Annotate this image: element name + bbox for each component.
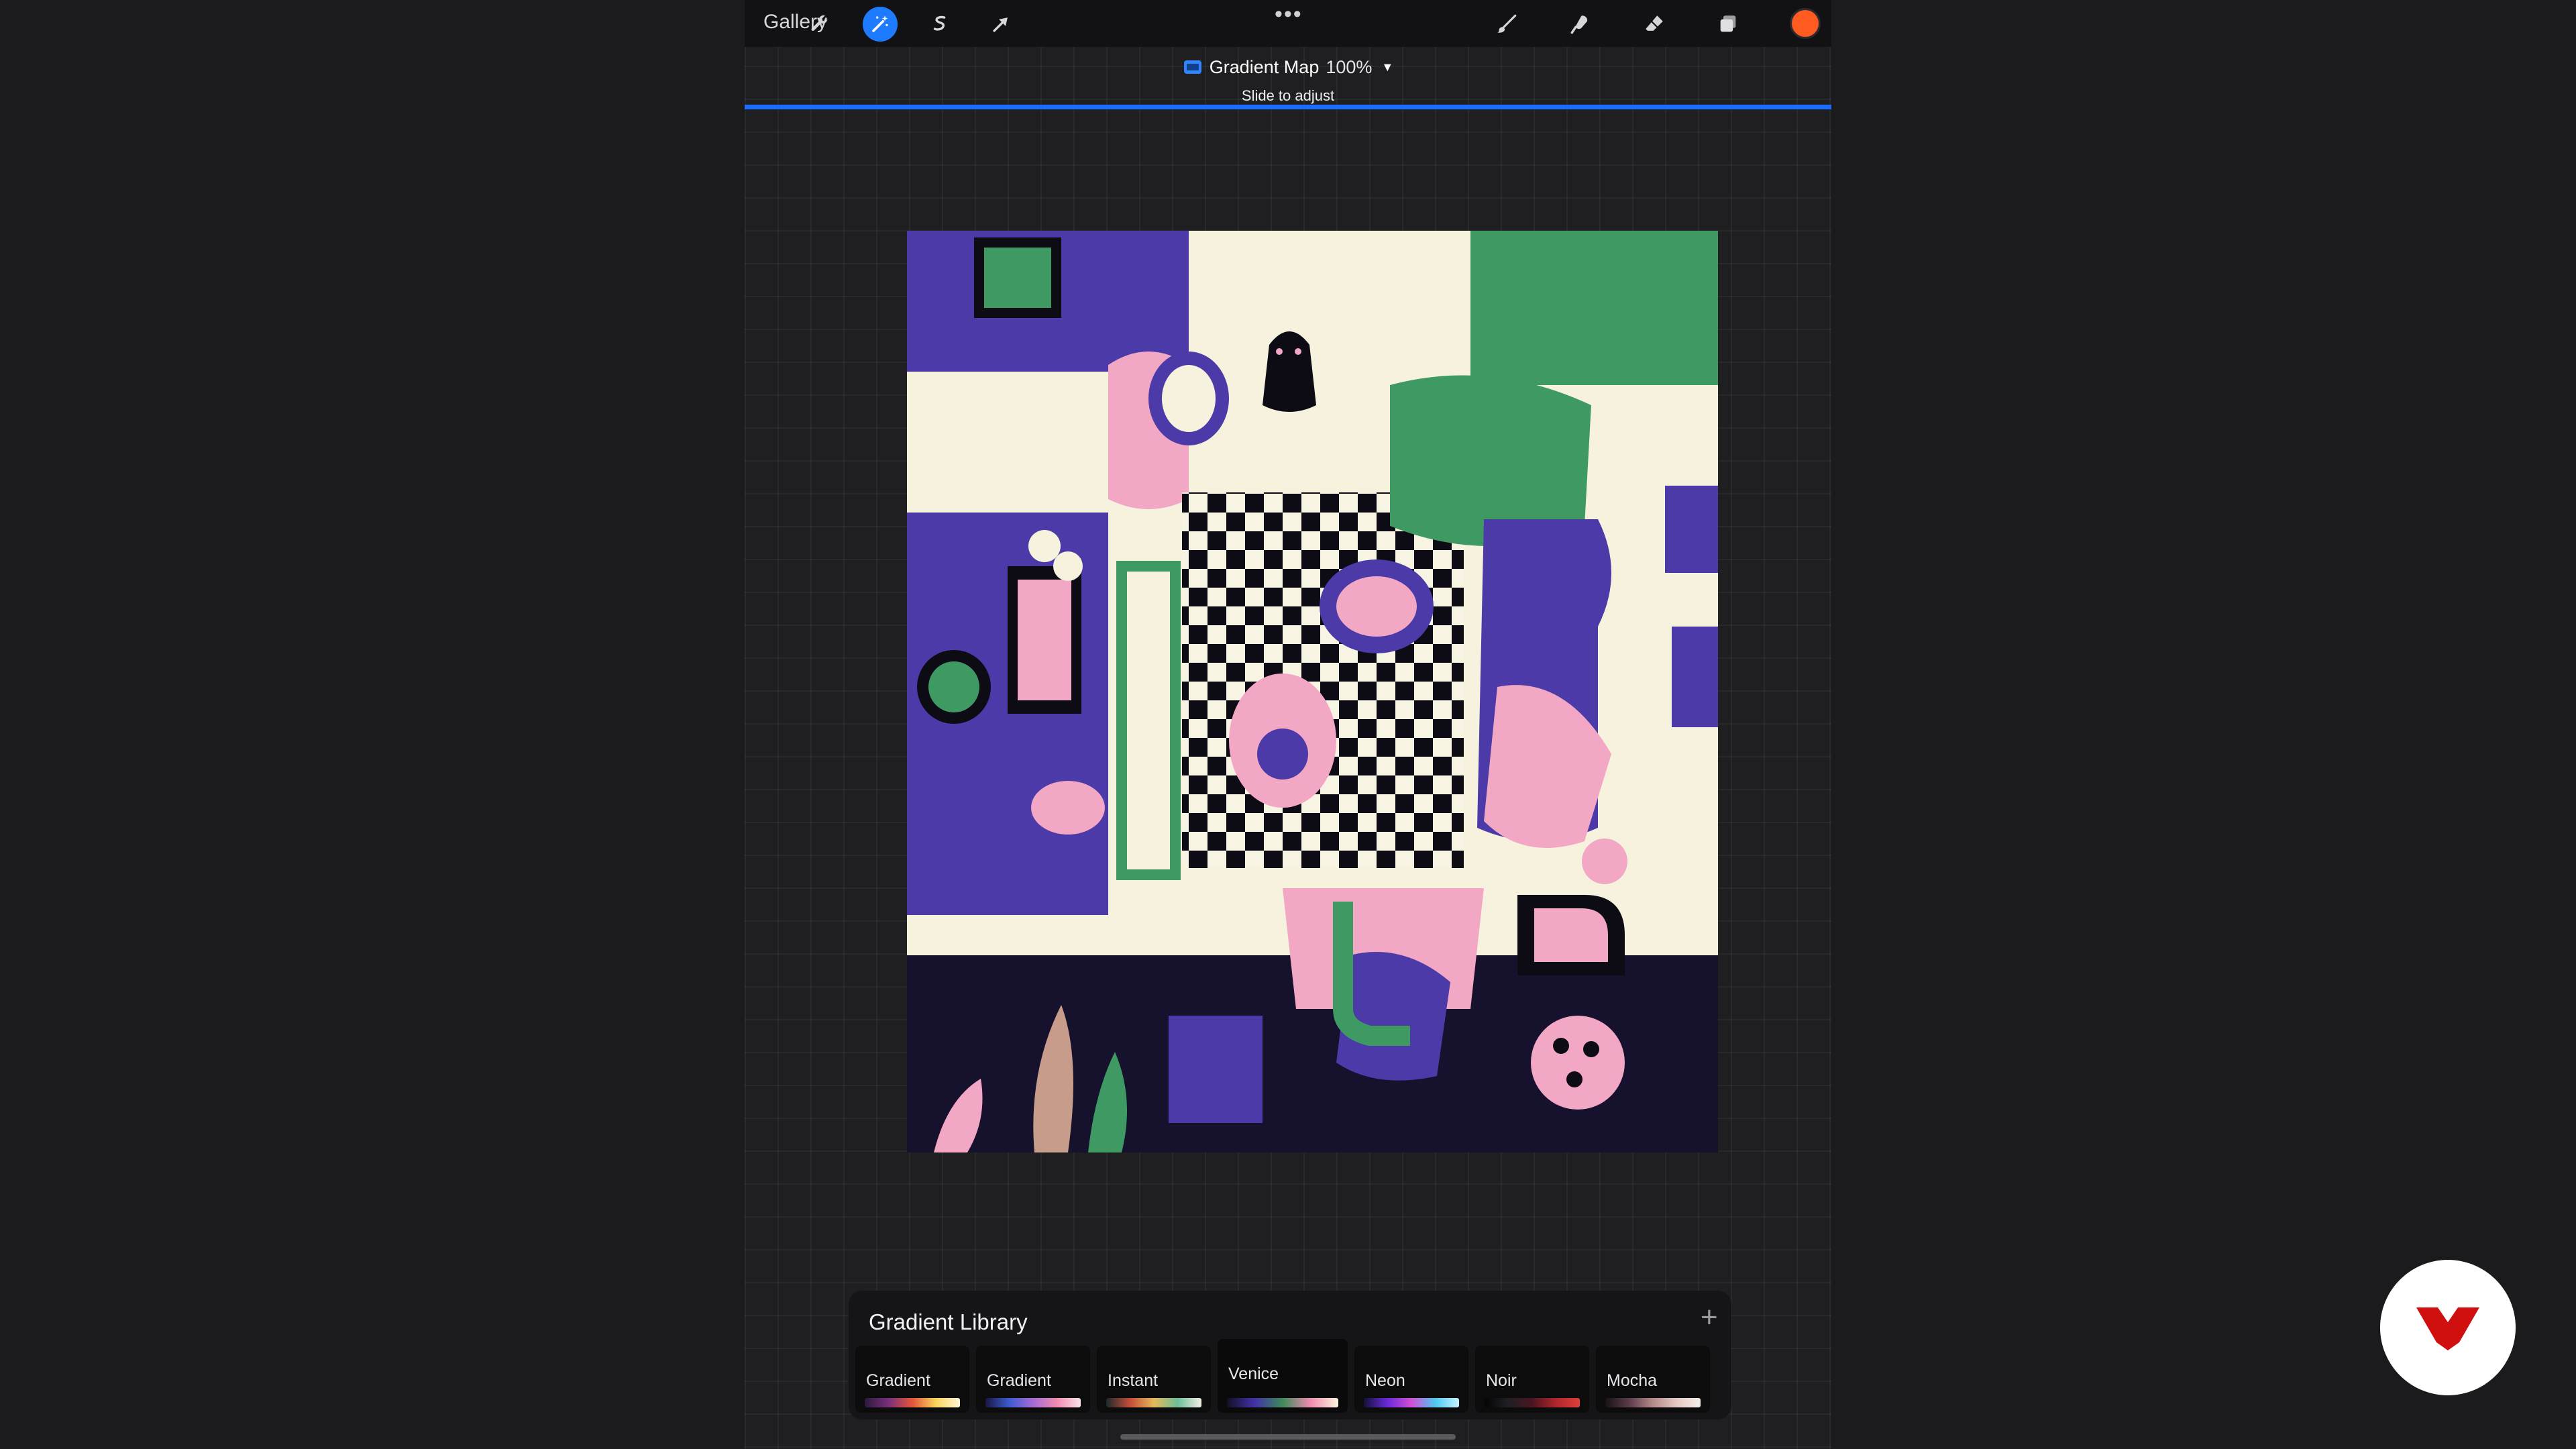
adjustment-percent: 100% (1326, 56, 1373, 77)
gradient-swatch-name: Gradient (866, 1371, 930, 1390)
gradient-swatch-selected[interactable]: Venice (1218, 1339, 1348, 1413)
gradient-swatch-name: Gradient (987, 1371, 1051, 1390)
gradient-swatch-name: Neon (1365, 1371, 1405, 1390)
artwork-canvas[interactable] (907, 231, 1718, 1152)
channel-logo (2380, 1260, 2516, 1395)
gradient-swatch[interactable]: Instant (1097, 1346, 1211, 1413)
gradient-swatch-bar (1364, 1398, 1459, 1407)
wrench-icon[interactable] (802, 7, 837, 42)
gradient-swatch[interactable]: Gradient (855, 1346, 969, 1413)
library-title: Gradient Library (869, 1309, 1028, 1334)
gradient-library-panel: Gradient Library + Gradient Gradient Ins… (849, 1291, 1731, 1419)
gradient-swatch-name: Mocha (1607, 1371, 1658, 1390)
more-menu-icon[interactable]: ••• (1275, 1, 1303, 28)
adjustment-slider[interactable] (745, 105, 1831, 109)
eraser-icon[interactable] (1637, 7, 1672, 42)
add-gradient-button[interactable]: + (1701, 1303, 1718, 1332)
gradient-swatch-bar (1227, 1398, 1338, 1407)
logo-icon (2416, 1307, 2479, 1350)
gradient-swatch-bar (1106, 1398, 1201, 1407)
gradient-swatch-name: Venice (1228, 1364, 1279, 1383)
gradient-swatch-bar (1485, 1398, 1580, 1407)
gradient-swatch[interactable]: Noir (1475, 1346, 1589, 1413)
gradient-swatch-bar (865, 1398, 960, 1407)
smudge-icon[interactable] (1563, 7, 1598, 42)
chevron-down-icon[interactable]: ▼ (1381, 60, 1393, 74)
gradient-swatch-name: Noir (1486, 1371, 1517, 1390)
color-picker-button[interactable] (1790, 8, 1821, 39)
artwork-illustration (907, 231, 1718, 1152)
gradient-swatch-name: Instant (1108, 1371, 1159, 1390)
selection-icon[interactable] (923, 7, 958, 42)
gradient-swatch-bar (1605, 1398, 1701, 1407)
gradient-swatch-bar (985, 1398, 1081, 1407)
adjustment-header[interactable]: Gradient Map 100% ▼ (745, 54, 1831, 80)
top-toolbar: Gallery ••• (745, 0, 1831, 47)
adjustment-name: Gradient Map (1209, 56, 1320, 77)
home-indicator[interactable] (1120, 1434, 1456, 1440)
gradient-swatch[interactable]: Neon (1354, 1346, 1468, 1413)
procreate-app: Gallery ••• Gradient Map 100% ▼ Slide to… (745, 0, 1831, 1449)
brush-icon[interactable] (1489, 7, 1524, 42)
slide-hint: Slide to adjust (1241, 87, 1335, 104)
gradient-swatch[interactable]: Mocha (1596, 1346, 1710, 1413)
transform-arrow-icon[interactable] (983, 7, 1018, 42)
magic-wand-icon[interactable] (863, 7, 898, 42)
gradient-map-icon (1183, 60, 1201, 74)
gradient-swatch[interactable]: Gradient (976, 1346, 1090, 1413)
layers-icon[interactable] (1711, 7, 1746, 42)
